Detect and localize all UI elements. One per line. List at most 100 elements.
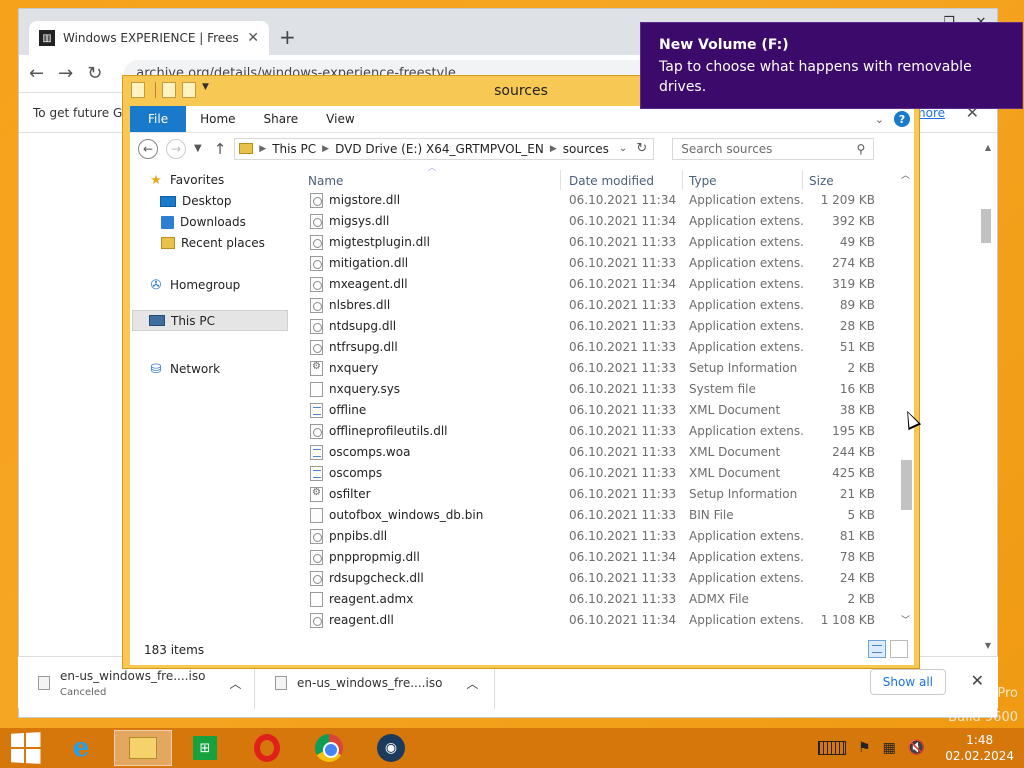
file-row[interactable]: osfilter 06.10.2021 11:33 Setup Informatio… xyxy=(302,484,898,505)
file-row[interactable]: offlineprofileutils.dll 06.10.2021 11:33 A… xyxy=(302,421,898,442)
large-icons-view-icon[interactable] xyxy=(890,640,908,658)
search-icon[interactable]: ⚲ xyxy=(856,142,865,156)
taskbar-chrome[interactable] xyxy=(300,730,358,766)
explorer-address-bar[interactable]: ▶ This PC ▶ DVD Drive (E:) X64_GRTMPVOL_… xyxy=(234,137,655,160)
file-row[interactable]: oscomps.woa 06.10.2021 11:33 XML Document 2… xyxy=(302,442,898,463)
refresh-icon[interactable]: ↻ xyxy=(636,141,647,156)
file-row[interactable]: ntdsupg.dll 06.10.2021 11:33 Application e… xyxy=(302,316,898,337)
file-row[interactable]: nxquery 06.10.2021 11:33 Setup Information… xyxy=(302,358,898,379)
file-row[interactable]: oscomps 06.10.2021 11:33 XML Document 425 K… xyxy=(302,463,898,484)
xml-file-icon xyxy=(310,403,323,418)
page-scroll-down-icon[interactable]: ▼ xyxy=(985,641,991,650)
taskbar-internet-explorer[interactable]: e xyxy=(52,730,110,766)
scrollbar-thumb[interactable] xyxy=(901,460,912,510)
nav-item-favorites[interactable]: ★ Favorites xyxy=(148,173,224,188)
file-row[interactable]: reagent.dll 06.10.2021 11:34 Application e… xyxy=(302,610,898,631)
back-arrow-icon[interactable]: ← xyxy=(29,63,44,84)
column-header-type[interactable]: Type xyxy=(689,174,717,188)
new-tab-button[interactable]: + xyxy=(279,25,296,49)
file-file-icon xyxy=(310,592,323,607)
file-row[interactable]: pnppropmig.dll 06.10.2021 11:34 Applicatio… xyxy=(302,547,898,568)
nav-item-desktop[interactable]: Desktop xyxy=(160,194,232,208)
tab-share[interactable]: Share xyxy=(250,106,313,132)
file-row[interactable]: migtestplugin.dll 06.10.2021 11:33 Applica… xyxy=(302,232,898,253)
dll-file-icon xyxy=(310,256,323,271)
nav-item-this-pc[interactable]: This PC xyxy=(132,310,288,331)
taskbar-store[interactable]: ⊞ xyxy=(176,730,234,766)
breadcrumb-item[interactable]: sources xyxy=(563,142,609,156)
nav-item-recent-places[interactable]: Recent places xyxy=(161,236,265,250)
file-rows: migstore.dll 06.10.2021 11:34 Application … xyxy=(302,190,898,634)
touch-keyboard-icon[interactable] xyxy=(818,741,847,755)
recent-locations-icon[interactable]: ▼ xyxy=(194,143,202,154)
volume-muted-icon[interactable]: 🔇 xyxy=(908,740,925,756)
column-header-size[interactable]: Size xyxy=(809,174,834,188)
taskbar-steam[interactable]: ◉ xyxy=(362,730,420,766)
file-size: 49 KB xyxy=(839,235,875,249)
close-icon[interactable]: ✕ xyxy=(247,30,259,46)
column-header-date[interactable]: Date modified xyxy=(569,174,654,188)
forward-arrow-icon[interactable]: → xyxy=(58,63,73,84)
help-icon[interactable]: ? xyxy=(894,111,910,127)
chevron-right-icon[interactable]: ▶ xyxy=(322,144,329,154)
file-row[interactable]: offline 06.10.2021 11:33 XML Document 38 KB xyxy=(302,400,898,421)
scroll-down-icon[interactable]: ﹀ xyxy=(901,613,910,626)
flag-icon[interactable]: ⚑ xyxy=(858,740,871,756)
file-row[interactable]: pnpibs.dll 06.10.2021 11:33 Application ex… xyxy=(302,526,898,547)
file-date: 06.10.2021 11:33 xyxy=(569,361,677,375)
chevron-right-icon[interactable]: ▶ xyxy=(259,144,266,154)
file-row[interactable]: rdsupgcheck.dll 06.10.2021 11:33 Applicati… xyxy=(302,568,898,589)
back-button[interactable]: ← xyxy=(138,138,158,159)
page-scroll-up-icon[interactable]: ▲ xyxy=(985,143,991,152)
close-icon[interactable]: ✕ xyxy=(971,671,984,690)
tab-home[interactable]: Home xyxy=(186,106,249,132)
file-name: ntdsupg.dll xyxy=(329,319,397,333)
file-row[interactable]: ntfrsupg.dll 06.10.2021 11:33 Application … xyxy=(302,337,898,358)
file-row[interactable]: mxeagent.dll 06.10.2021 11:34 Application … xyxy=(302,274,898,295)
chevron-right-icon[interactable]: ▶ xyxy=(550,144,557,154)
forward-button[interactable]: → xyxy=(166,138,186,159)
file-row[interactable]: nlsbres.dll 06.10.2021 11:33 Application e… xyxy=(302,295,898,316)
details-view-icon[interactable] xyxy=(868,640,886,658)
scroll-up-icon[interactable]: ︿ xyxy=(901,168,910,181)
file-name: migtestplugin.dll xyxy=(329,235,430,249)
windows-start-icon[interactable] xyxy=(11,732,41,764)
expand-ribbon-icon[interactable]: ⌄ xyxy=(875,113,884,126)
file-row[interactable]: outofbox_windows_db.bin 06.10.2021 11:33 B… xyxy=(302,505,898,526)
nav-item-network[interactable]: ⛁ Network xyxy=(148,362,221,377)
up-arrow-icon[interactable]: ↑ xyxy=(214,140,227,158)
taskbar-opera[interactable] xyxy=(238,730,296,766)
reload-icon[interactable]: ↻ xyxy=(87,63,102,84)
chevron-up-icon[interactable]: ︿ xyxy=(229,675,241,692)
breadcrumb-item[interactable]: This PC xyxy=(272,142,316,156)
file-list-scrollbar[interactable]: ︿ ﹀ xyxy=(898,164,914,634)
column-header-name[interactable]: Name xyxy=(308,174,343,188)
file-date: 06.10.2021 11:33 xyxy=(569,529,677,543)
toast-notification[interactable]: New Volume (F:) Tap to choose what happe… xyxy=(640,22,1023,109)
network-status-icon[interactable]: ▦ xyxy=(883,740,896,756)
taskbar-file-explorer[interactable] xyxy=(114,730,172,766)
file-name: offline xyxy=(329,403,367,417)
show-all-button[interactable]: Show all xyxy=(869,669,946,695)
file-row[interactable]: mitigation.dll 06.10.2021 11:33 Applicatio… xyxy=(302,253,898,274)
clock-date: 02.02.2024 xyxy=(945,749,1014,763)
file-row[interactable]: migstore.dll 06.10.2021 11:34 Application … xyxy=(302,190,898,211)
file-row[interactable]: reagent.admx 06.10.2021 11:33 ADMX File 2 K… xyxy=(302,589,898,610)
file-row[interactable]: nxquery.sys 06.10.2021 11:33 System file 16… xyxy=(302,379,898,400)
file-name: nlsbres.dll xyxy=(329,298,391,312)
tab-file[interactable]: File xyxy=(130,106,187,132)
browser-tab[interactable]: ▥ Windows EXPERIENCE | Freestyle ✕ xyxy=(29,21,269,55)
file-size: 274 KB xyxy=(832,256,875,270)
search-input[interactable]: Search sources ⚲ xyxy=(672,137,875,160)
tab-view[interactable]: View xyxy=(312,106,368,132)
file-row[interactable]: migsys.dll 06.10.2021 11:34 Application ex… xyxy=(302,211,898,232)
file-type: Application extens... xyxy=(689,571,804,585)
chevron-up-icon[interactable]: ︿ xyxy=(466,675,478,692)
chevron-down-icon[interactable]: ⌄ xyxy=(619,143,627,154)
nav-item-downloads[interactable]: Downloads xyxy=(161,215,246,229)
page-scrollbar-thumb[interactable] xyxy=(981,209,991,243)
clock[interactable]: 1:48 02.02.2024 xyxy=(945,732,1014,764)
file-type: Application extens... xyxy=(689,424,804,438)
nav-item-homegroup[interactable]: ✇ Homegroup xyxy=(148,278,241,293)
breadcrumb-item[interactable]: DVD Drive (E:) X64_GRTMPVOL_EN xyxy=(335,142,544,156)
